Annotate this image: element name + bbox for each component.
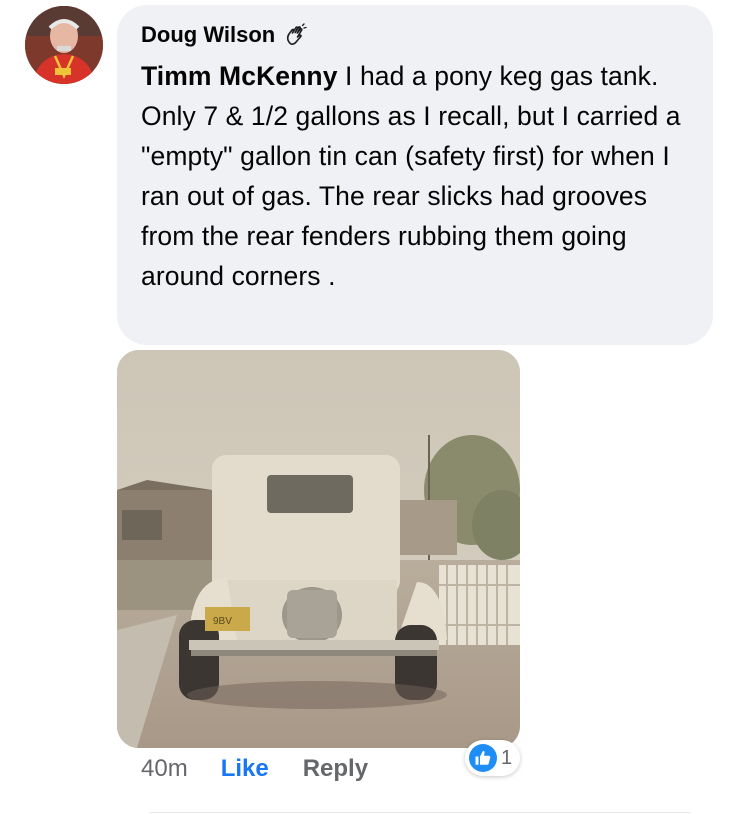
thumbs-up-icon [469, 744, 497, 772]
wave-hand-icon [283, 23, 307, 47]
author-name[interactable]: Doug Wilson [141, 22, 275, 48]
like-button[interactable]: Like [221, 755, 269, 783]
reaction-count: 1 [501, 746, 513, 769]
author-avatar[interactable] [25, 6, 103, 84]
svg-text:9BV: 9BV [213, 616, 232, 627]
reaction-summary[interactable]: 1 [465, 740, 521, 776]
comment-text: Timm McKenny I had a pony keg gas tank. … [141, 56, 701, 296]
timestamp[interactable]: 40m [141, 755, 188, 783]
comment-photo[interactable]: 9BV [117, 350, 520, 748]
divider [150, 812, 690, 813]
comment-author-row: Doug Wilson [141, 22, 307, 48]
comment-actions: 40m Like Reply [141, 755, 368, 783]
reply-button[interactable]: Reply [303, 755, 368, 783]
mention-link[interactable]: Timm McKenny [141, 61, 338, 91]
comment-body: I had a pony keg gas tank. Only 7 & 1/2 … [141, 61, 681, 291]
